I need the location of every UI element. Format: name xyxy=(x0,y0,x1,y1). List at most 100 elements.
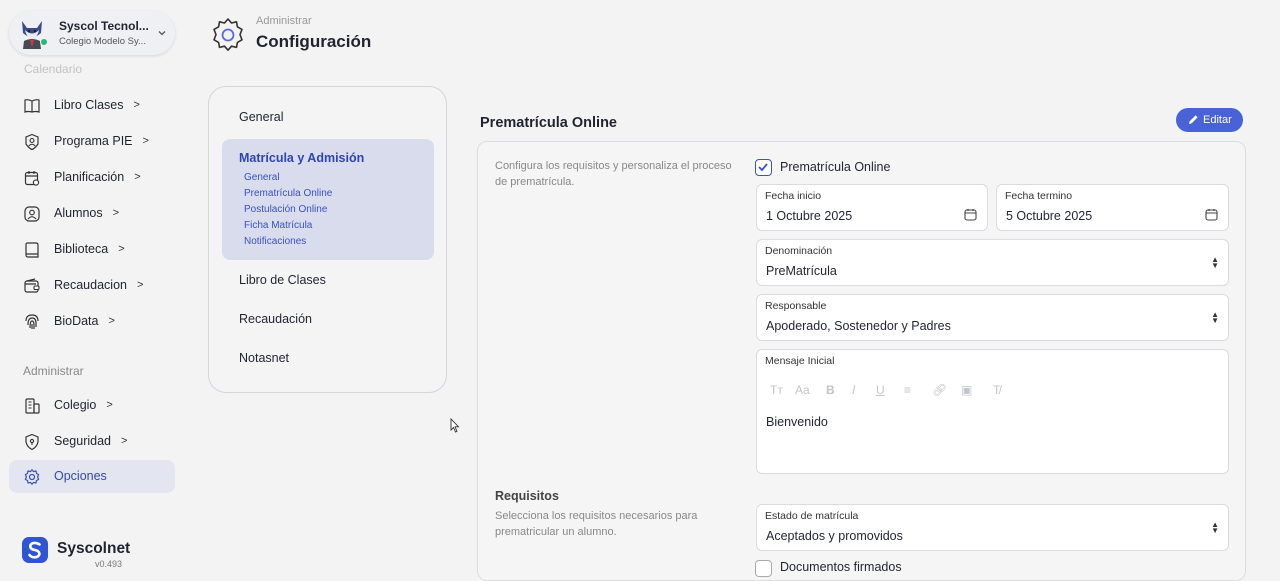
bold-icon[interactable]: B xyxy=(826,383,835,397)
sidebar-item-calendario[interactable]: Calendario xyxy=(24,62,154,76)
sidebar-item-label: Seguridad xyxy=(54,434,111,448)
chevron-right-icon: > xyxy=(142,135,149,147)
syscolnet-logo-icon xyxy=(22,537,48,563)
chevron-right-icon: > xyxy=(112,207,120,219)
chevron-right-icon: > xyxy=(121,435,128,447)
clear-format-icon[interactable]: T̸ xyxy=(993,383,1000,397)
sidebar-item-label: BioData xyxy=(54,314,99,328)
documentos-checkbox-label: Documentos firmados xyxy=(780,560,902,574)
edit-button-label: Editar xyxy=(1203,114,1232,126)
gear-icon xyxy=(23,468,41,486)
settings-nav-notasnet[interactable]: Notasnet xyxy=(239,351,289,365)
sub-link-prematricula[interactable]: Prematrícula Online xyxy=(244,188,332,199)
field-label: Denominación xyxy=(765,245,833,257)
settings-nav-matricula-title: Matrícula y Admisión xyxy=(239,151,365,165)
calendar-icon xyxy=(964,208,977,221)
sidebar-item-label: Libro Clases xyxy=(54,98,124,112)
italic-icon[interactable]: I xyxy=(852,383,855,397)
settings-nav-libro-clases[interactable]: Libro de Clases xyxy=(239,273,326,287)
sidebar-item-libro-clases[interactable]: Libro Clases > xyxy=(9,89,175,122)
settings-nav-general[interactable]: General xyxy=(239,110,283,124)
fecha-inicio-field[interactable]: Fecha inicio 1 Octubre 2025 xyxy=(756,184,988,231)
org-subtitle: Colegio Modelo Sy... xyxy=(59,36,146,47)
sub-link-ficha[interactable]: Ficha Matrícula xyxy=(244,220,312,231)
select-arrows-icon: ▲ ▼ xyxy=(1211,520,1219,535)
edit-button[interactable]: Editar xyxy=(1176,108,1243,132)
settings-nav-matricula[interactable]: Matrícula y Admisión General Prematrícul… xyxy=(222,139,434,260)
sidebar-item-label: Programa PIE xyxy=(54,134,133,148)
sidebar-item-recaudacion[interactable]: Recaudacion > xyxy=(9,269,175,302)
sidebar-item-label: Colegio xyxy=(54,398,97,412)
align-center-icon[interactable]: ≡ xyxy=(904,383,911,397)
settings-nav-recaudacion[interactable]: Recaudación xyxy=(239,312,312,326)
person-badge-icon xyxy=(23,133,41,151)
mouse-cursor-icon xyxy=(450,417,460,438)
select-arrows-icon: ▲ ▼ xyxy=(1211,255,1219,270)
sidebar-item-opciones[interactable]: Opciones xyxy=(9,460,175,493)
panel-title: Prematrícula Online xyxy=(480,115,617,131)
admin-heading: Administrar xyxy=(23,364,84,378)
brand-name: Syscolnet xyxy=(57,540,131,557)
sub-link-general[interactable]: General xyxy=(244,172,280,183)
chevron-right-icon: > xyxy=(133,99,140,111)
field-value: Aceptados y promovidos xyxy=(766,529,903,543)
prematricula-checkbox-label: Prematrícula Online xyxy=(780,160,891,174)
field-label: Responsable xyxy=(765,300,827,312)
chevron-right-icon: > xyxy=(108,315,115,327)
chevron-right-icon: > xyxy=(136,279,144,291)
link-icon[interactable]: 🔗︎ xyxy=(932,383,947,397)
sidebar-item-seguridad[interactable]: Seguridad > xyxy=(9,425,175,458)
chevron-right-icon: > xyxy=(106,399,113,411)
page-title: Configuración xyxy=(256,32,372,51)
library-icon xyxy=(23,241,41,259)
student-icon xyxy=(23,205,41,223)
field-value: PreMatrícula xyxy=(766,264,837,278)
denominacion-select[interactable]: Denominación PreMatrícula ▲ ▼ xyxy=(756,239,1229,286)
field-value: Apoderado, Sostenedor y Padres xyxy=(766,319,951,333)
editor-content[interactable]: Bienvenido xyxy=(766,415,828,429)
org-avatar xyxy=(18,17,48,49)
sidebar-item-planificacion[interactable]: Planificación > xyxy=(9,161,175,194)
book-icon xyxy=(23,97,41,115)
calendar-plan-icon xyxy=(23,169,41,187)
shield-icon xyxy=(23,433,41,451)
sidebar-item-alumnos[interactable]: Alumnos > xyxy=(9,197,175,230)
sidebar-item-biodata[interactable]: BioData > xyxy=(9,305,175,338)
chevron-right-icon: > xyxy=(134,171,141,183)
sidebar-item-label: Planificación xyxy=(54,170,125,184)
brand-version: v0.493 xyxy=(95,559,123,569)
calendar-icon xyxy=(1205,208,1218,221)
font-style-icon[interactable]: Aa xyxy=(795,383,810,397)
field-label: Mensaje Inicial xyxy=(765,355,835,367)
requisitos-title: Requisitos xyxy=(495,489,559,503)
sidebar-item-colegio[interactable]: Colegio > xyxy=(9,389,175,422)
sidebar: Syscol Tecnol... Colegio Modelo Sy... Ca… xyxy=(0,0,190,569)
sub-link-postulacion[interactable]: Postulación Online xyxy=(244,204,327,215)
gear-icon xyxy=(209,16,247,54)
fingerprint-icon xyxy=(23,313,41,331)
responsable-select[interactable]: Responsable Apoderado, Sostenedor y Padr… xyxy=(756,294,1229,341)
org-switcher[interactable]: Syscol Tecnol... Colegio Modelo Sy... xyxy=(9,11,175,55)
sidebar-item-label: Recaudacion xyxy=(54,278,127,292)
underline-icon[interactable]: U xyxy=(876,383,885,397)
sidebar-item-biblioteca[interactable]: Biblioteca > xyxy=(9,233,175,266)
building-icon xyxy=(23,397,41,415)
wallet-icon xyxy=(23,277,41,295)
select-arrows-icon: ▲ ▼ xyxy=(1211,310,1219,325)
estado-matricula-select[interactable]: Estado de matrícula Aceptados y promovid… xyxy=(756,504,1229,551)
sidebar-item-programa-pie[interactable]: Programa PIE > xyxy=(9,125,175,158)
prematricula-checkbox[interactable] xyxy=(755,159,772,176)
panel-description: Configura los requisitos y personaliza e… xyxy=(495,160,732,188)
image-icon[interactable]: ▣ xyxy=(961,383,972,397)
sidebar-item-label: Opciones xyxy=(54,469,107,483)
chevron-down-icon xyxy=(157,28,167,38)
font-size-icon[interactable]: Tт xyxy=(770,383,783,397)
field-value: 5 Octubre 2025 xyxy=(1006,209,1093,223)
sidebar-item-label: Alumnos xyxy=(54,206,103,220)
breadcrumb: Administrar xyxy=(256,15,312,27)
sub-link-notificaciones[interactable]: Notificaciones xyxy=(244,236,306,247)
documentos-checkbox[interactable] xyxy=(755,560,772,577)
fecha-termino-field[interactable]: Fecha termino 5 Octubre 2025 xyxy=(996,184,1229,231)
org-name: Syscol Tecnol... xyxy=(59,19,149,33)
mensaje-inicial-editor[interactable]: Mensaje Inicial xyxy=(756,349,1229,474)
